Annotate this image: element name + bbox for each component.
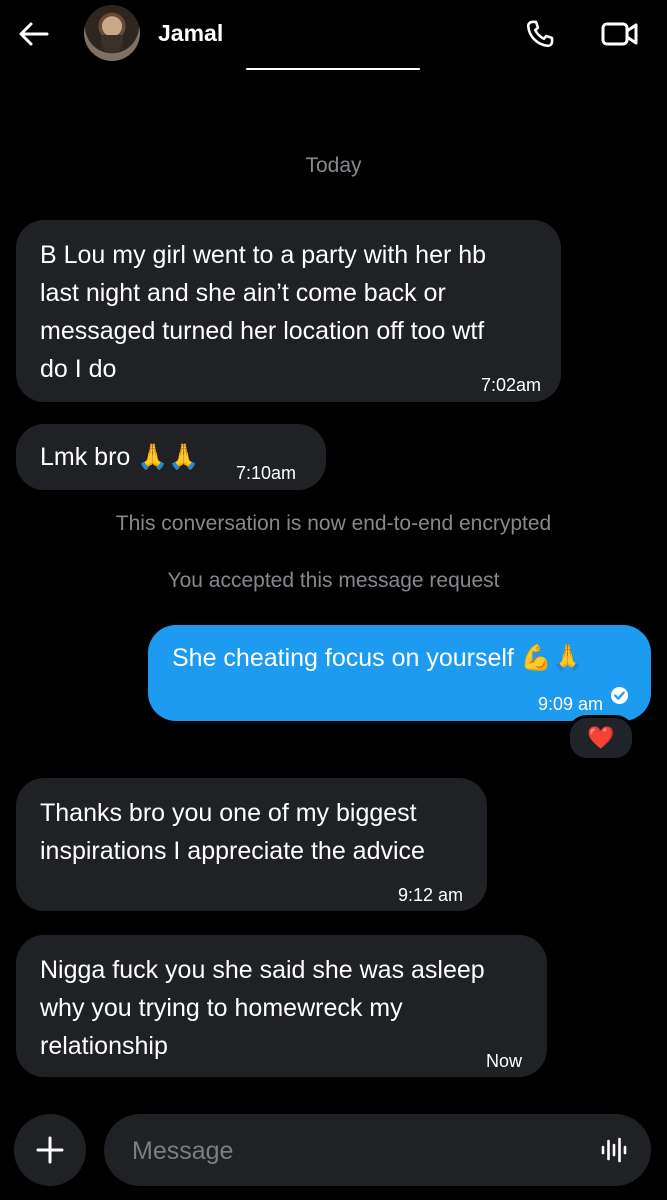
message-text: She cheating focus on yourself 💪🙏 bbox=[172, 644, 584, 672]
check-circle-icon bbox=[610, 686, 629, 705]
message-input[interactable] bbox=[130, 1132, 574, 1170]
chat-header: Jamal bbox=[0, 0, 667, 80]
message-bubble-outgoing[interactable]: She cheating focus on yourself 💪🙏 9:09 a… bbox=[148, 625, 651, 721]
video-call-button[interactable] bbox=[598, 14, 642, 54]
contact-name[interactable]: Jamal bbox=[158, 20, 223, 47]
message-bubble-incoming[interactable]: Nigga fuck you she said she was asleep w… bbox=[16, 935, 547, 1077]
header-divider bbox=[246, 68, 420, 70]
back-arrow-icon bbox=[19, 22, 49, 46]
date-separator: Today bbox=[305, 154, 362, 177]
message-bubble-incoming[interactable]: Thanks bro you one of my biggest inspira… bbox=[16, 778, 487, 911]
message-text: Thanks bro you one of my biggest inspira… bbox=[40, 799, 425, 865]
message-timestamp: Now bbox=[485, 1051, 522, 1071]
message-timestamp: 7:10am bbox=[236, 463, 297, 483]
attach-button[interactable] bbox=[14, 1114, 86, 1186]
avatar[interactable] bbox=[84, 5, 140, 61]
message-text: B Lou my girl went to a party with her h… bbox=[40, 241, 487, 383]
video-camera-icon bbox=[601, 22, 638, 46]
phone-icon bbox=[526, 20, 554, 48]
plus-icon bbox=[36, 1136, 64, 1164]
heart-icon: ❤️ bbox=[587, 725, 615, 750]
message-composer bbox=[104, 1114, 651, 1186]
message-text: Nigga fuck you she said she was asleep w… bbox=[40, 956, 485, 1060]
voice-call-button[interactable] bbox=[520, 14, 560, 54]
back-button[interactable] bbox=[14, 14, 54, 54]
request-accepted-notice: You accepted this message request bbox=[167, 569, 500, 592]
message-timestamp: 7:02am bbox=[480, 375, 541, 395]
voice-wave-icon bbox=[601, 1137, 627, 1163]
voice-message-button[interactable] bbox=[594, 1130, 634, 1170]
message-timestamp: 9:12 am bbox=[397, 885, 463, 905]
message-text: Lmk bro 🙏🙏 bbox=[40, 443, 200, 471]
message-bubble-incoming[interactable]: B Lou my girl went to a party with her h… bbox=[16, 220, 561, 402]
encryption-notice: This conversation is now end-to-end encr… bbox=[115, 512, 552, 535]
heart-reaction[interactable]: ❤️ bbox=[567, 715, 635, 761]
message-bubble-incoming[interactable]: Lmk bro 🙏🙏 7:10am bbox=[16, 424, 326, 490]
